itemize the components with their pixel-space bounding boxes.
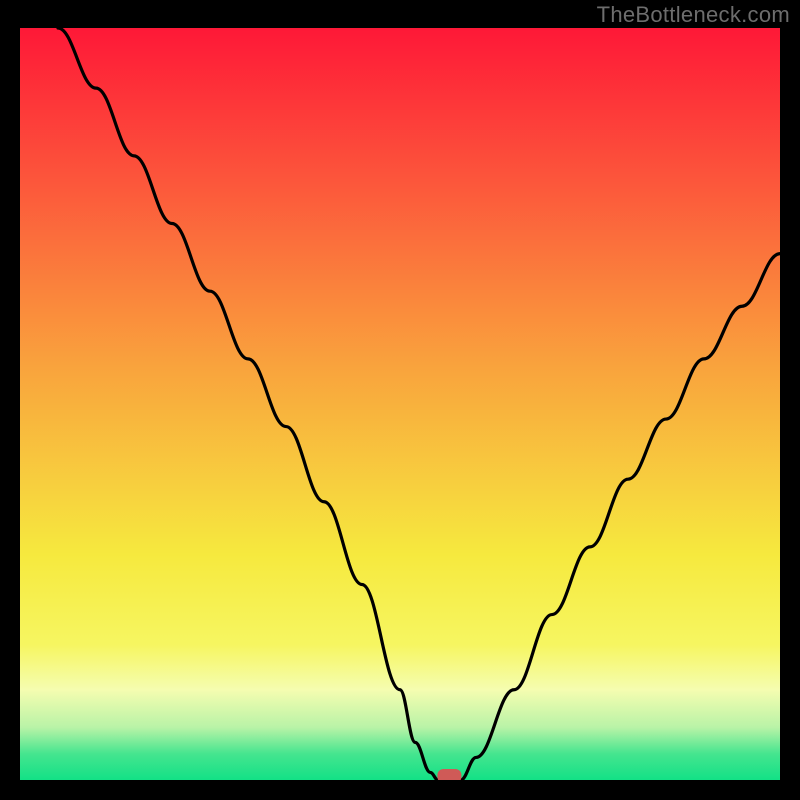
chart-frame: TheBottleneck.com (0, 0, 800, 800)
plot-area (20, 28, 780, 780)
watermark-label: TheBottleneck.com (597, 2, 790, 28)
optimal-marker (437, 769, 461, 780)
bottleneck-chart (20, 28, 780, 780)
gradient-background (20, 28, 780, 780)
